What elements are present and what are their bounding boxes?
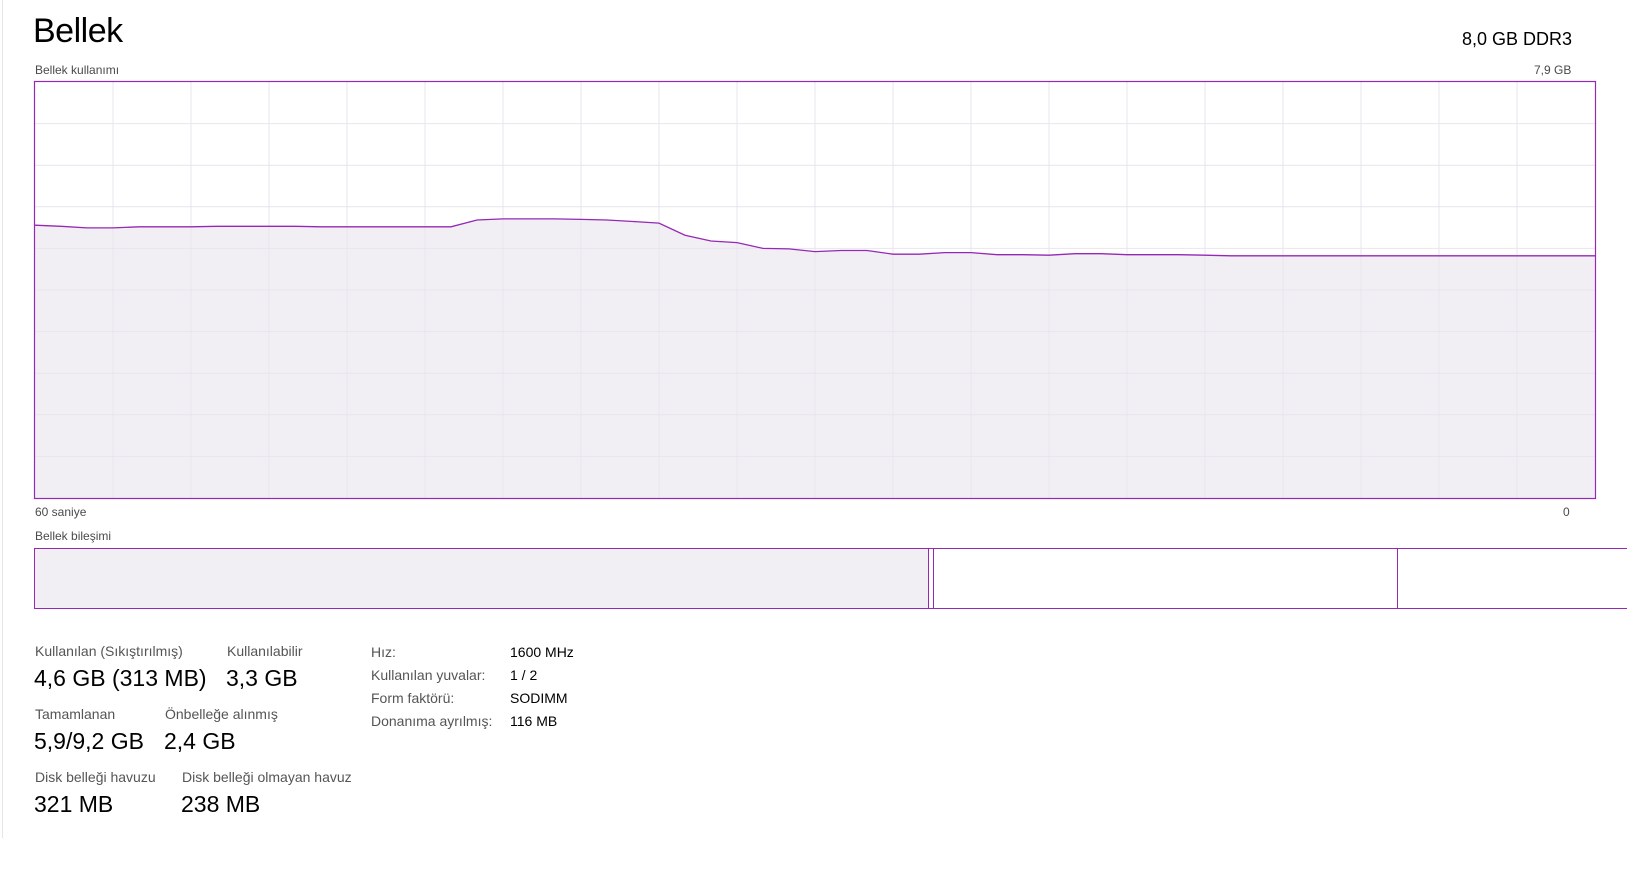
- form-factor-value: SODIMM: [510, 690, 568, 706]
- slots-label: Kullanılan yuvalar:: [371, 667, 486, 683]
- nonpaged-pool-label: Disk belleği olmayan havuz: [182, 769, 352, 785]
- paged-pool-value: 321 MB: [34, 791, 114, 817]
- cached-value: 2,4 GB: [164, 728, 236, 754]
- time-start-label: 60 saniye: [35, 505, 87, 519]
- in-use-label: Kullanılan (Sıkıştırılmış): [35, 643, 183, 659]
- speed-label: Hız:: [371, 644, 396, 660]
- memory-composition-bar[interactable]: [34, 548, 1627, 609]
- speed-value: 1600 MHz: [510, 644, 574, 660]
- available-label: Kullanılabilir: [227, 643, 303, 659]
- available-value: 3,3 GB: [226, 665, 298, 691]
- composition-in-use-segment[interactable]: [35, 549, 930, 608]
- hardware-reserved-value: 116 MB: [510, 713, 558, 729]
- in-use-value: 4,6 GB (313 MB): [34, 665, 207, 691]
- cached-label: Önbelleğe alınmış: [165, 706, 278, 722]
- composition-standby-segment[interactable]: [934, 549, 1399, 608]
- form-factor-label: Form faktörü:: [371, 690, 455, 706]
- hardware-reserved-label: Donanıma ayrılmış:: [371, 713, 493, 729]
- time-end-label: 0: [1563, 505, 1570, 519]
- committed-value: 5,9/9,2 GB: [34, 728, 144, 754]
- slots-value: 1 / 2: [510, 667, 538, 683]
- committed-label: Tamamlanan: [35, 706, 116, 722]
- composition-free-segment[interactable]: [1398, 549, 1627, 608]
- memory-usage-chart: [33, 80, 1597, 500]
- composition-label: Bellek bileşimi: [35, 529, 112, 543]
- nonpaged-pool-value: 238 MB: [181, 791, 261, 817]
- paged-pool-label: Disk belleği havuzu: [35, 769, 156, 785]
